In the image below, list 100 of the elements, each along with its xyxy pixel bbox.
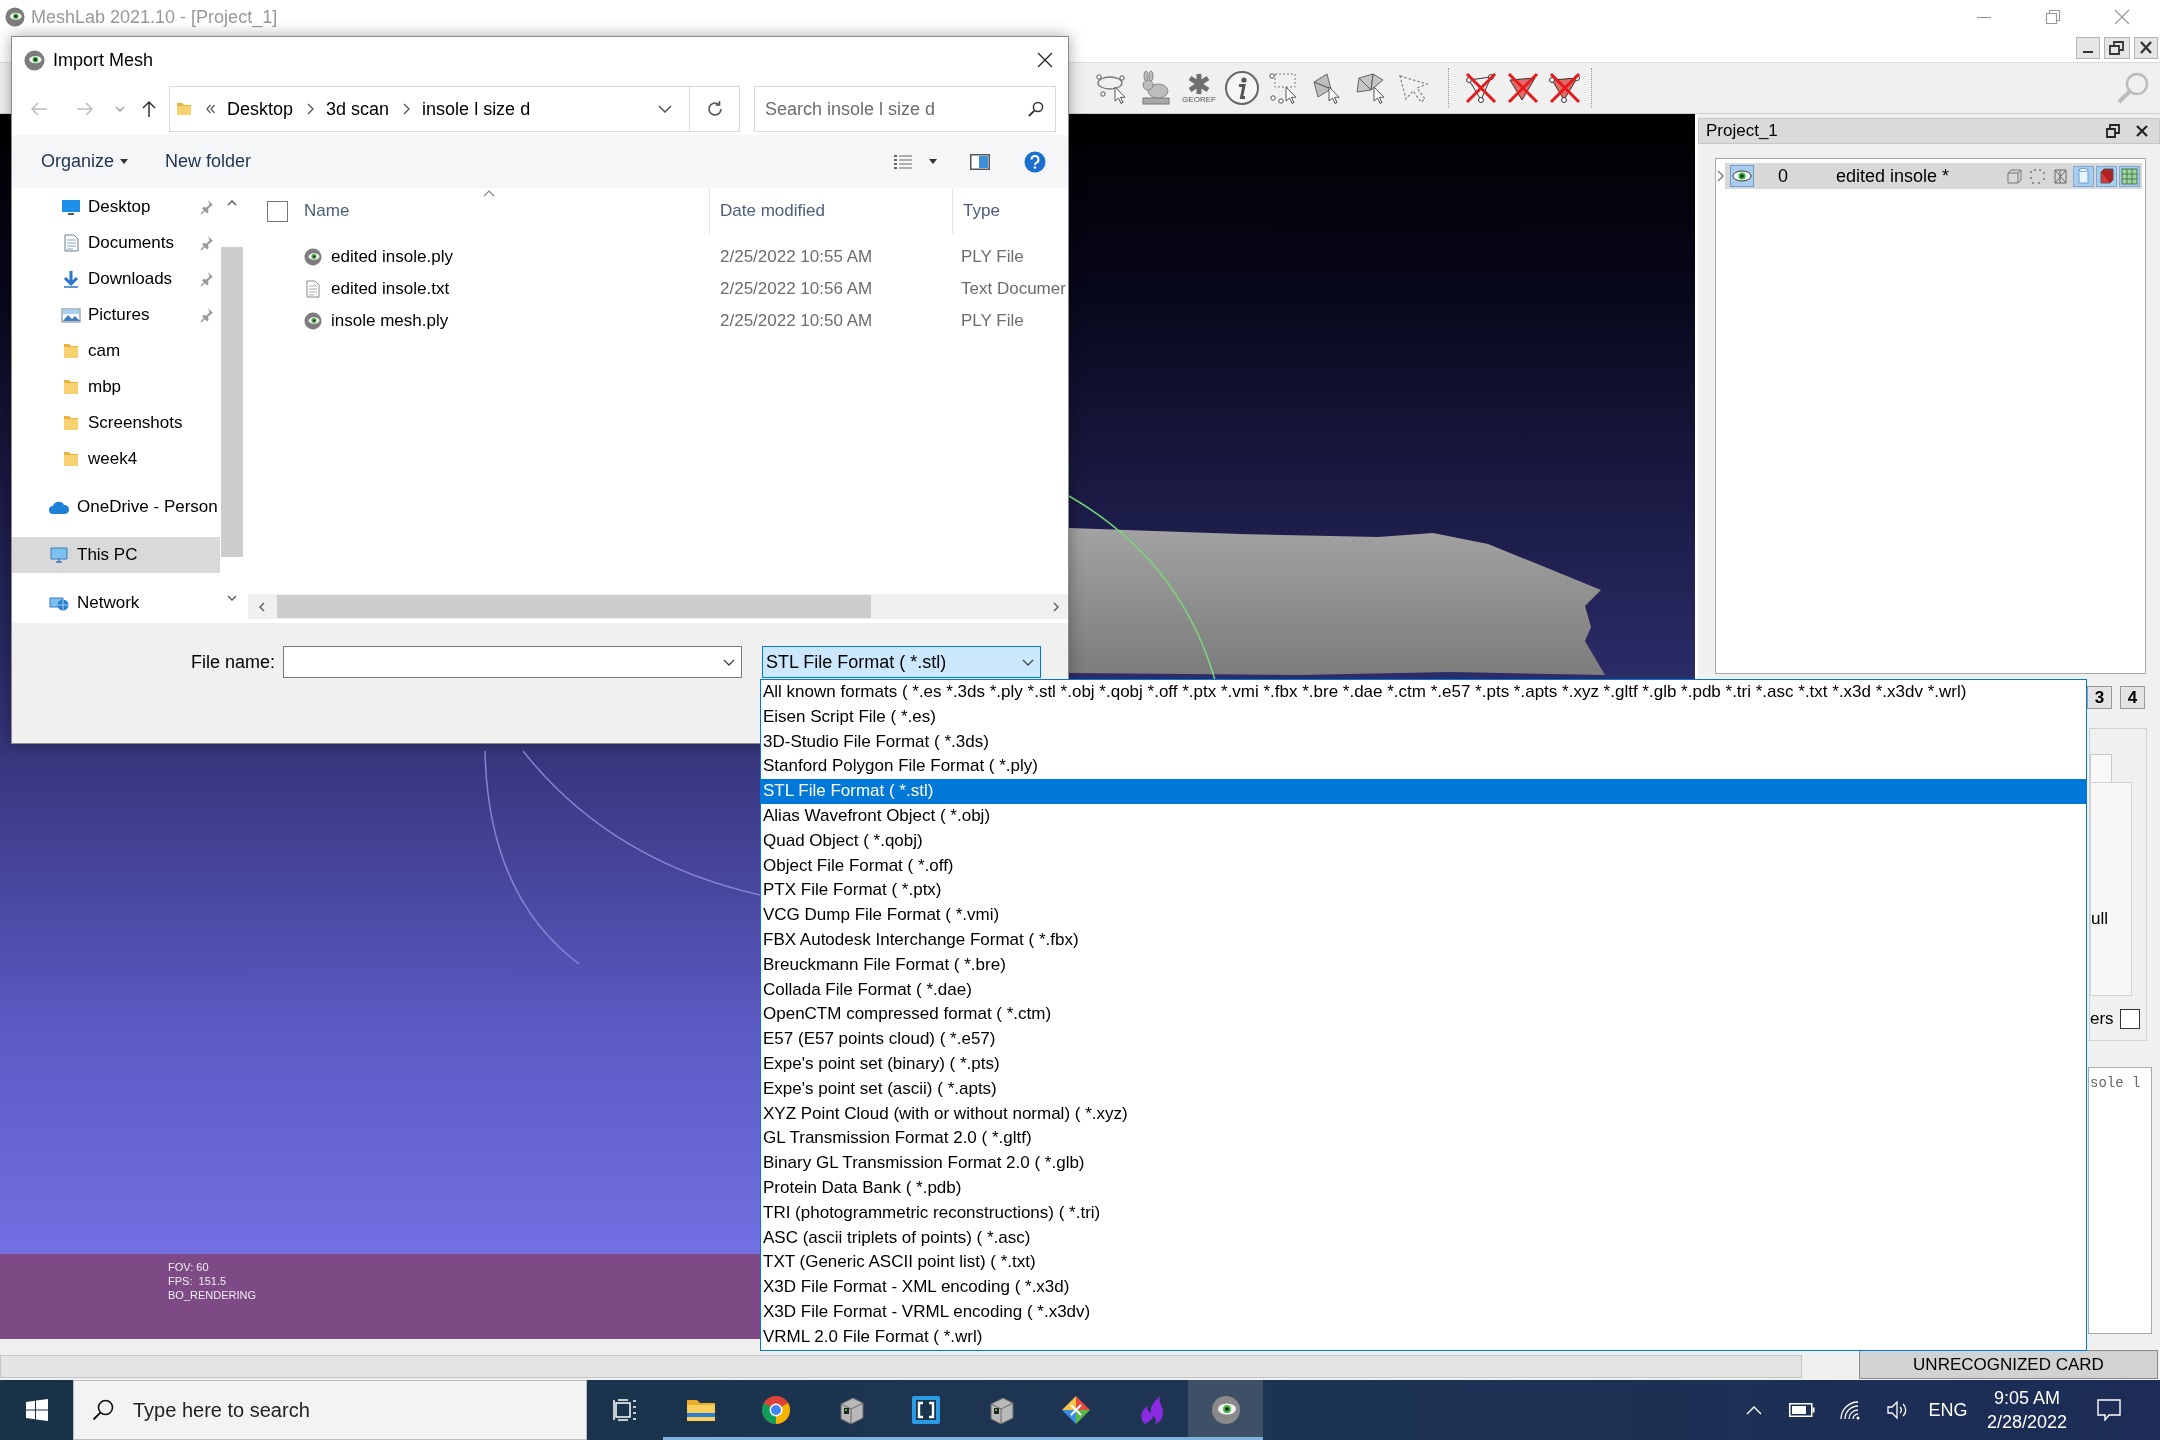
caret-icon[interactable] [723, 659, 735, 666]
nav-item[interactable]: Pictures [12, 297, 220, 333]
details-view-icon[interactable] [893, 153, 913, 170]
file-type-option[interactable]: ASC (ascii triplets of points) ( *.asc) [761, 1225, 2086, 1251]
minimize-icon[interactable] [2076, 37, 2100, 59]
search-field[interactable]: Type here to search [73, 1380, 587, 1440]
pin-icon[interactable] [200, 271, 214, 287]
file-type-dropdown[interactable]: STL File Format ( *.stl) [762, 646, 1041, 678]
file-type-option[interactable]: STL File Format ( *.stl) [761, 779, 2086, 804]
nav-item[interactable]: Desktop [12, 189, 220, 225]
file-type-option[interactable]: GL Transmission Format 2.0 ( *.gltf) [761, 1126, 2086, 1152]
nav-item[interactable]: OneDrive - Person [12, 489, 220, 525]
double-chevron-icon[interactable] [206, 104, 215, 114]
file-name-field[interactable] [283, 646, 742, 678]
file-type-option[interactable]: Binary GL Transmission Format 2.0 ( *.glb) [761, 1151, 2086, 1176]
breadcrumb-item[interactable]: insole l size d [422, 98, 531, 120]
clock-date[interactable]: 2/28/2022 [1986, 1410, 2068, 1434]
new-folder-button[interactable]: New folder [155, 141, 262, 182]
nav-item[interactable]: Documents [12, 225, 220, 261]
pin-icon[interactable] [200, 235, 214, 251]
layer-row[interactable]: 0 edited insole * [1725, 163, 2142, 189]
file-type-option[interactable]: Stanford Polygon File Format ( *.ply) [761, 754, 2086, 780]
georef-button[interactable]: GEOREF [1181, 70, 1217, 106]
expand-chevron-icon[interactable] [1717, 170, 1724, 182]
file-type-option[interactable]: All known formats ( *.es *.3ds *.ply *.stl *.obj *.qobj *.off *.ptx *.vmi *.fbx *.bre *.dae *.ctm *.e57 *.pts *.apts *.xyz *.gltf *.glb *.pdb *.tri *.asc *.txt *.x3d *.x3dv *.wrl) [761, 680, 2086, 705]
view-button[interactable]: 4 [2120, 686, 2145, 709]
nav-item[interactable]: week4 [12, 441, 220, 477]
organize-menu-button[interactable]: Organize [31, 141, 139, 182]
file-row[interactable]: edited insole.ply 2/25/2022 10:55 AM PLY File [248, 241, 1068, 273]
scroll-left-icon[interactable] [259, 601, 265, 612]
file-type-option[interactable]: Alias Wavefront Object ( *.obj) [761, 804, 2086, 829]
select-all-checkbox[interactable] [267, 200, 288, 222]
info-icon[interactable] [1224, 70, 1260, 106]
start-icon[interactable] [25, 1399, 48, 1421]
delete-faces-vertices-icon[interactable] [1547, 70, 1583, 106]
help-icon[interactable] [1024, 150, 1046, 173]
scroll-right-icon[interactable] [1053, 601, 1059, 612]
file-type-option[interactable]: Object File Format ( *.off) [761, 853, 2086, 879]
nav-item[interactable]: mbp [12, 369, 220, 405]
close-icon[interactable] [2136, 125, 2148, 137]
scrollbar-thumb[interactable] [277, 595, 871, 618]
notification-icon[interactable] [2097, 1399, 2121, 1421]
file-type-option[interactable]: VCG Dump File Format ( *.vmi) [761, 903, 2086, 928]
file-type-option[interactable]: Expe's point set (ascii) ( *.apts) [761, 1076, 2086, 1102]
pin-icon[interactable] [200, 307, 214, 323]
file-type-option[interactable]: PTX File Format ( *.ptx) [761, 878, 2086, 904]
address-bar[interactable]: Desktop 3d scan insole l size d [169, 86, 740, 132]
chevron-right-icon[interactable] [403, 103, 411, 115]
delete-vertices-icon[interactable] [1463, 70, 1499, 106]
clock-time[interactable]: 9:05 AM [1993, 1386, 2060, 1410]
language-indicator[interactable]: ENG [1928, 1398, 1968, 1422]
chevron-up-icon[interactable] [1746, 1405, 1762, 1415]
file-row[interactable]: insole mesh.ply 2/25/2022 10:50 AM PLY File [248, 305, 1068, 337]
file-type-option[interactable]: OpenCTM compressed format ( *.ctm) [761, 1002, 2086, 1028]
file-type-option[interactable]: X3D File Format - VRML encoding ( *.x3dv) [761, 1299, 2086, 1325]
chevron-right-icon[interactable] [307, 103, 315, 115]
battery-icon[interactable] [1789, 1403, 1815, 1417]
nav-item[interactable]: Screenshots [12, 405, 220, 441]
caret-icon[interactable] [929, 159, 937, 164]
file-type-option[interactable]: VRML 2.0 File Format ( *.wrl) [761, 1324, 2086, 1350]
scroll-down-icon[interactable] [227, 595, 237, 601]
delete-faces-icon[interactable] [1505, 70, 1541, 106]
preview-pane-icon[interactable] [970, 153, 990, 170]
speaker-icon[interactable] [1887, 1400, 1909, 1420]
shaded-box-icon[interactable] [2096, 165, 2117, 187]
file-type-option[interactable]: Expe's point set (binary) ( *.pts) [761, 1051, 2086, 1077]
chevron-down-icon[interactable] [658, 105, 672, 113]
taskbar-button[interactable] [1188, 1380, 1263, 1440]
file-type-option[interactable]: 3D-Studio File Format ( *.3ds) [761, 729, 2086, 755]
texture-icon[interactable] [2119, 165, 2140, 187]
file-type-option[interactable]: TRI (photogrammetric reconstructions) ( *.tri) [761, 1200, 2086, 1226]
file-type-option[interactable]: X3D File Format - XML encoding ( *.x3d) [761, 1275, 2086, 1300]
up-arrow-icon[interactable] [141, 100, 157, 118]
file-type-option[interactable]: Collada File Format ( *.dae) [761, 977, 2086, 1003]
scroll-up-icon[interactable] [227, 200, 237, 206]
horizontal-scrollbar[interactable] [248, 594, 1068, 619]
breadcrumb-item[interactable]: Desktop [227, 98, 294, 120]
checkbox[interactable] [2119, 1009, 2140, 1029]
scrollbar-thumb[interactable] [221, 247, 243, 557]
file-type-option[interactable]: FBX Autodesk Interchange Format ( *.fbx) [761, 927, 2086, 953]
column-header[interactable]: Type [963, 201, 1000, 221]
close-icon[interactable] [2134, 37, 2158, 59]
nav-item[interactable]: cam [12, 333, 220, 369]
view-button[interactable]: 3 [2087, 686, 2112, 709]
file-type-option[interactable]: XYZ Point Cloud (with or without normal) ( *.xyz) [761, 1101, 2086, 1127]
file-row[interactable]: edited insole.txt 2/25/2022 10:56 AM Text Documer [248, 273, 1068, 305]
task-view-icon[interactable] [613, 1399, 637, 1421]
eye-icon[interactable] [1730, 165, 1754, 187]
close-icon[interactable] [1037, 52, 1053, 68]
search-field[interactable]: Search insole l size d [754, 86, 1056, 132]
pin-icon[interactable] [200, 199, 214, 215]
refresh-icon[interactable] [706, 100, 724, 118]
column-header[interactable]: Name [304, 201, 350, 221]
wifi-icon[interactable] [1839, 1400, 1861, 1420]
nav-item[interactable]: Network [12, 585, 220, 621]
breadcrumb-item[interactable]: 3d scan [326, 98, 390, 120]
file-type-option[interactable]: Eisen Script File ( *.es) [761, 704, 2086, 730]
file-type-option[interactable]: Protein Data Bank ( *.pdb) [761, 1175, 2086, 1201]
column-header[interactable]: Date modified [720, 201, 825, 221]
file-type-option[interactable]: TXT (Generic ASCII point list) ( *.txt) [761, 1250, 2086, 1276]
